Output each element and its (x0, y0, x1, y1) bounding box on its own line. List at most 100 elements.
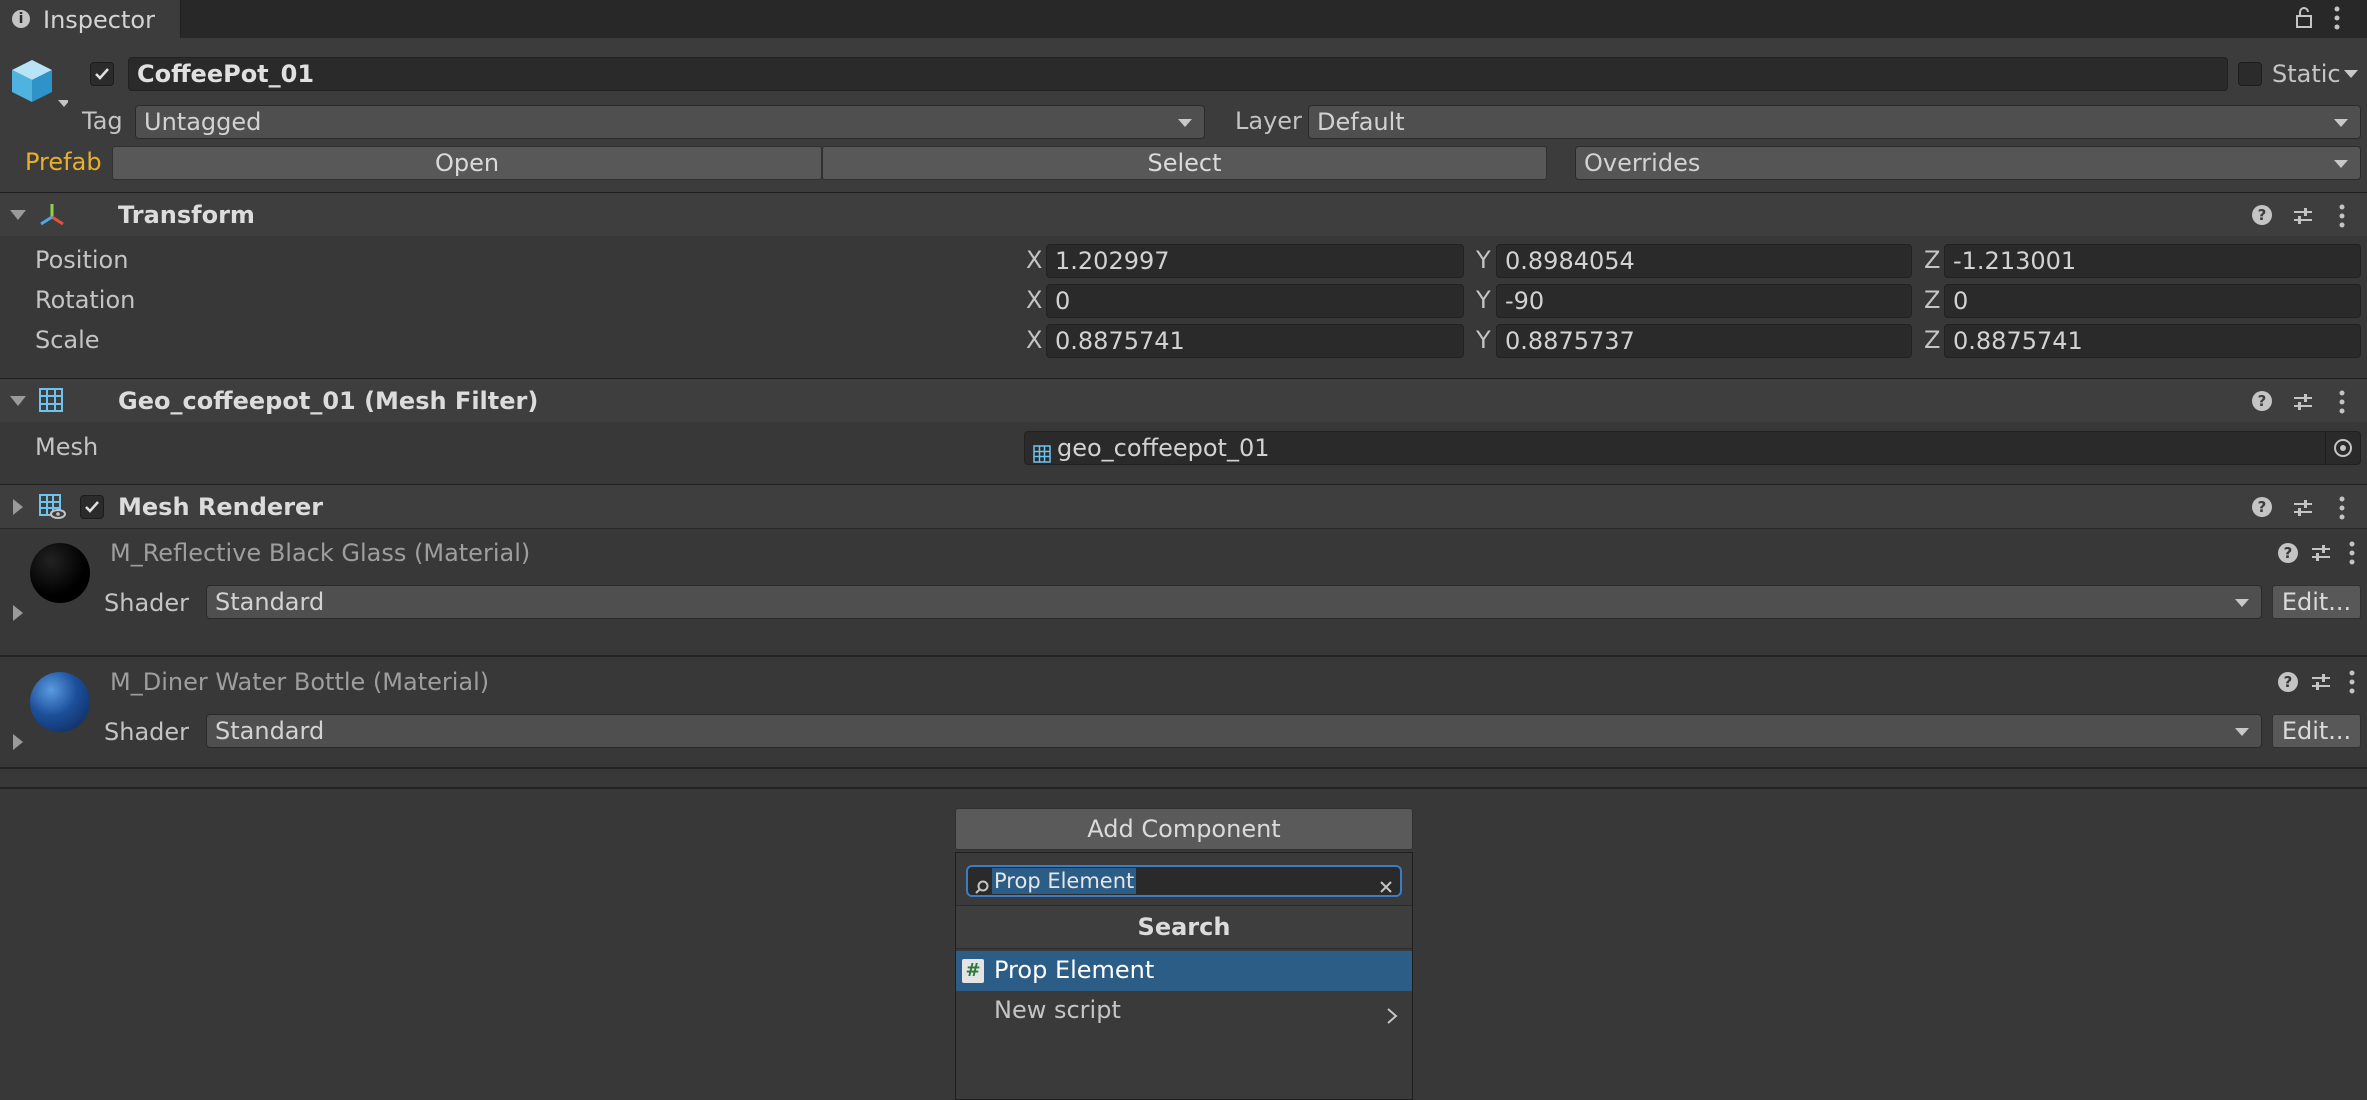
axis-y-label[interactable]: Y (1476, 246, 1491, 274)
mesh-renderer-header[interactable]: Mesh Renderer ? (0, 484, 2367, 528)
rotation-z-field[interactable]: 0 (1944, 284, 2361, 318)
add-component-popup: Prop Element Search # Prop Element New s… (955, 852, 1413, 1100)
shader-edit-button[interactable]: Edit... (2272, 585, 2361, 619)
presets-icon[interactable] (2310, 671, 2332, 699)
presets-icon[interactable] (2292, 497, 2314, 525)
menu-dots-icon[interactable] (2347, 669, 2357, 701)
axis-y-label[interactable]: Y (1476, 326, 1491, 354)
help-icon[interactable]: ? (2252, 205, 2272, 225)
help-icon[interactable]: ? (2278, 543, 2298, 563)
axis-z-label[interactable]: Z (1924, 246, 1940, 274)
position-label: Position (35, 246, 129, 274)
shader-label: Shader (104, 589, 190, 617)
list-item-prop-element[interactable]: # Prop Element (956, 951, 1412, 991)
foldout-arrow[interactable] (13, 499, 23, 515)
clear-icon[interactable] (1378, 873, 1394, 901)
tab-inspector[interactable]: i Inspector (0, 0, 181, 38)
axis-z-label[interactable]: Z (1924, 326, 1940, 354)
mesh-object-field[interactable]: geo_coffeepot_01 (1024, 431, 2361, 465)
material-preview-blue-icon[interactable] (30, 672, 90, 732)
object-picker-icon[interactable] (2325, 432, 2360, 464)
material-name: M_Reflective Black Glass (Material) (110, 539, 531, 567)
shader-dropdown[interactable]: Standard (206, 714, 2262, 748)
mesh-renderer-title: Mesh Renderer (118, 493, 324, 521)
static-label[interactable]: Static (2272, 60, 2341, 88)
add-component-button[interactable]: Add Component (955, 808, 1413, 850)
list-item-new-script[interactable]: New script (956, 991, 1412, 1031)
position-y-field[interactable]: 0.8984054 (1496, 244, 1912, 278)
chevron-down-icon (2235, 599, 2249, 607)
axis-x-label[interactable]: X (1026, 326, 1042, 354)
tag-dropdown[interactable]: Untagged (135, 105, 1205, 139)
menu-dots-icon[interactable] (2337, 203, 2347, 235)
help-icon[interactable]: ? (2278, 672, 2298, 692)
transform-header[interactable]: Transform ? (0, 192, 2367, 236)
axis-x-label[interactable]: X (1026, 246, 1042, 274)
prefab-label: Prefab (25, 148, 102, 176)
search-section-header: Search (956, 905, 1412, 949)
menu-dots-icon[interactable] (2332, 4, 2342, 38)
scale-label: Scale (35, 326, 100, 354)
material-block: M_Reflective Black Glass (Material) Shad… (0, 528, 2367, 637)
chevron-right-icon (1386, 1003, 1398, 1031)
menu-dots-icon[interactable] (2337, 495, 2347, 527)
search-section-title: Search (1137, 913, 1231, 941)
object-active-checkbox[interactable] (90, 62, 114, 86)
static-checkbox[interactable] (2238, 62, 2262, 86)
help-icon[interactable]: ? (2252, 497, 2272, 517)
menu-dots-icon[interactable] (2337, 389, 2347, 421)
mesh-renderer-icon (38, 493, 66, 527)
mesh-renderer-enabled-checkbox[interactable] (80, 495, 104, 519)
layer-label: Layer (1235, 107, 1302, 135)
rotation-label: Rotation (35, 286, 136, 314)
mesh-filter-icon (1033, 439, 1051, 464)
prefab-overrides-dropdown[interactable]: Overrides (1575, 146, 2361, 180)
layer-dropdown[interactable]: Default (1308, 105, 2361, 139)
divider (0, 767, 2367, 769)
rotation-x-field[interactable]: 0 (1046, 284, 1464, 318)
info-icon: i (12, 10, 30, 28)
axis-y-label[interactable]: Y (1476, 286, 1491, 314)
search-icon (974, 873, 990, 901)
chevron-down-icon (2334, 119, 2348, 127)
tag-label: Tag (82, 107, 123, 135)
help-icon[interactable]: ? (2252, 391, 2272, 411)
foldout-arrow[interactable] (13, 734, 23, 750)
foldout-arrow[interactable] (13, 605, 23, 621)
presets-icon[interactable] (2292, 205, 2314, 233)
shader-edit-button[interactable]: Edit... (2272, 714, 2361, 748)
search-input-value[interactable]: Prop Element (992, 868, 1137, 894)
menu-dots-icon[interactable] (2347, 540, 2357, 572)
material-preview-black-icon[interactable] (30, 543, 90, 603)
presets-icon[interactable] (2292, 391, 2314, 419)
tab-bar (0, 0, 2367, 38)
scale-y-field[interactable]: 0.8875737 (1496, 324, 1912, 358)
axis-z-label[interactable]: Z (1924, 286, 1940, 314)
chevron-down-icon (2235, 728, 2249, 736)
shader-dropdown[interactable]: Standard (206, 585, 2262, 619)
scale-x-field[interactable]: 0.8875741 (1046, 324, 1464, 358)
lock-icon[interactable] (2294, 6, 2314, 36)
scale-z-field[interactable]: 0.8875741 (1944, 324, 2361, 358)
chevron-down-icon (2334, 160, 2348, 168)
foldout-arrow[interactable] (10, 396, 26, 406)
axis-x-label[interactable]: X (1026, 286, 1042, 314)
mesh-filter-title: Geo_coffeepot_01 (Mesh Filter) (118, 387, 539, 415)
cube-icon[interactable] (8, 54, 70, 120)
material-block: M_Diner Water Bottle (Material) Shader S… (0, 658, 2367, 766)
static-dropdown-arrow[interactable] (2344, 70, 2358, 78)
presets-icon[interactable] (2310, 542, 2332, 570)
position-x-field[interactable]: 1.202997 (1046, 244, 1464, 278)
mesh-filter-header[interactable]: Geo_coffeepot_01 (Mesh Filter) ? (0, 378, 2367, 422)
prefab-open-button[interactable]: Open (112, 146, 822, 180)
chevron-down-icon (1178, 119, 1192, 127)
search-input[interactable]: Prop Element (966, 865, 1402, 897)
position-z-field[interactable]: -1.213001 (1944, 244, 2361, 278)
script-icon: # (962, 959, 984, 983)
object-name-field[interactable]: CoffeePot_01 (128, 57, 2228, 91)
foldout-arrow[interactable] (10, 210, 26, 220)
material-name: M_Diner Water Bottle (Material) (110, 668, 490, 696)
prefab-select-button[interactable]: Select (822, 146, 1547, 180)
transform-icon (38, 201, 66, 235)
rotation-y-field[interactable]: -90 (1496, 284, 1912, 318)
